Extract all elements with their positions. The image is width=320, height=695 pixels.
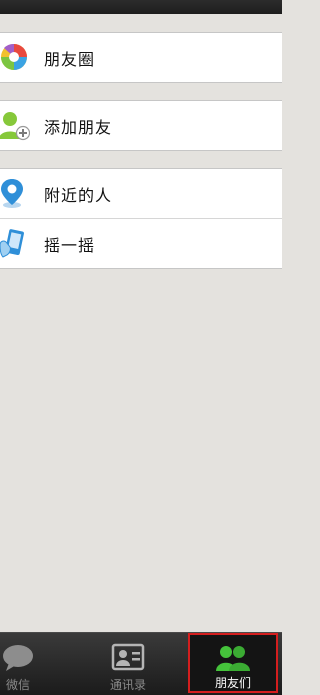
location-pin-icon — [1, 179, 23, 208]
friends-icon — [216, 646, 250, 671]
status-bar — [0, 0, 282, 14]
contacts-card-icon — [111, 643, 145, 671]
tab-contacts-label: 通讯录 — [109, 678, 146, 692]
people-nearby-row[interactable]: 附近的人 — [0, 169, 282, 218]
tab-chats-label: 微信 — [5, 678, 30, 692]
tab-friends[interactable]: 朋友们 — [188, 633, 278, 693]
people-nearby-label: 附近的人 — [44, 185, 113, 205]
add-friends-label: 添加朋友 — [44, 117, 113, 137]
menu-group-moments: 朋友圈 — [0, 32, 282, 83]
menu-group-discover: 附近的人 摇一摇 — [0, 168, 282, 269]
shake-row[interactable]: 摇一摇 — [0, 218, 282, 268]
moments-label: 朋友圈 — [44, 49, 96, 69]
moments-icon — [1, 43, 27, 70]
chat-bubble-icon — [3, 645, 33, 671]
tab-contacts[interactable]: 通讯录 — [88, 633, 168, 695]
add-friend-icon — [0, 112, 30, 141]
tab-friends-label: 朋友们 — [214, 676, 251, 690]
shake-phone-icon — [0, 229, 24, 258]
menu-group-add-friends: 添加朋友 — [0, 100, 282, 151]
moments-row[interactable]: 朋友圈 — [0, 33, 282, 82]
add-friends-row[interactable]: 添加朋友 — [0, 101, 282, 150]
bottom-tab-bar: 微信 通讯录 朋友们 — [0, 632, 282, 695]
tab-chats[interactable]: 微信 — [0, 633, 58, 695]
shake-label: 摇一摇 — [44, 235, 96, 255]
